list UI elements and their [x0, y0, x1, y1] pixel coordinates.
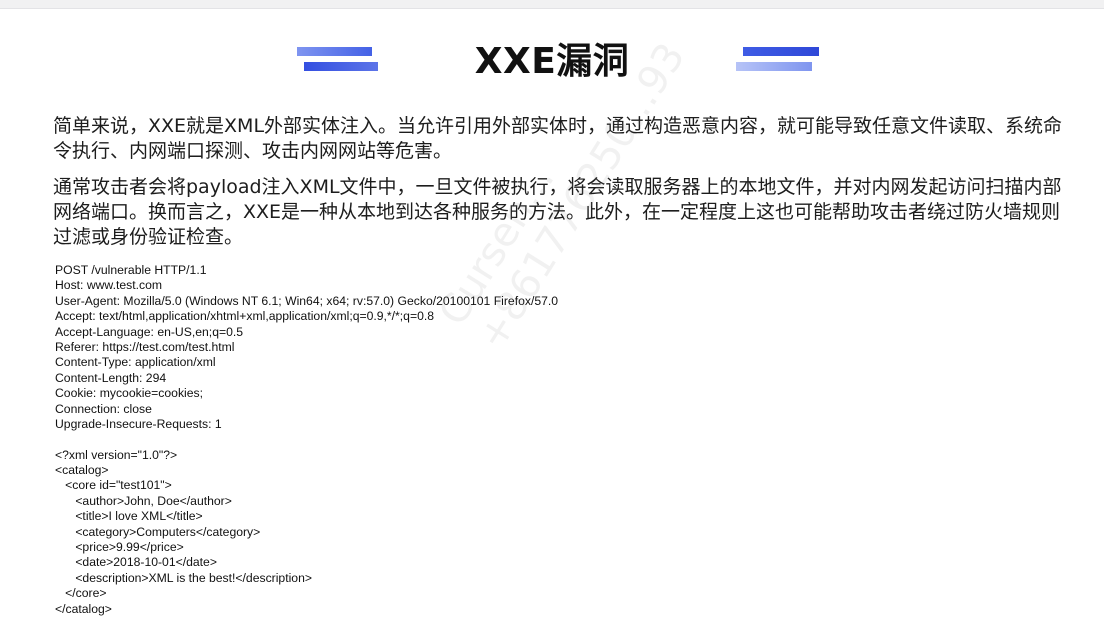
code-line: Connection: close — [55, 401, 152, 416]
intro-paragraph: 简单来说，XXE就是XML外部实体注入。当允许引用外部实体时，通过构造恶意内容，… — [53, 115, 1063, 162]
code-line: Content-Type: application/xml — [55, 355, 216, 370]
code-line: </core> — [55, 586, 107, 601]
code-line: <date>2018-10-01</date> — [55, 555, 217, 570]
code-line: Accept-Language: en-US,en;q=0.5 — [55, 324, 244, 339]
code-line: Referer: https://test.com/test.html — [55, 339, 235, 354]
attack-paragraph: 通常攻击者会将payload注入XML文件中，一旦文件被执行，将会读取服务器上的… — [53, 176, 1062, 248]
code-line: <core id="test101"> — [55, 478, 172, 493]
code-line: <category>Computers</category> — [55, 524, 261, 539]
http-request-code-block: POST /vulnerable HTTP/1.1 Host: www.test… — [55, 263, 558, 617]
code-line: <title>I love XML</title> — [55, 509, 203, 524]
slide-title: XXE漏洞 — [474, 41, 630, 82]
code-line: <catalog> — [55, 463, 109, 478]
code-line: User-Agent: Mozilla/5.0 (Windows NT 6.1;… — [55, 293, 559, 308]
code-line: <author>John, Doe</author> — [55, 493, 232, 508]
code-line: <price>9.99</price> — [55, 540, 184, 555]
code-line: <description>XML is the best!</descripti… — [55, 570, 312, 585]
code-line: Content-Length: 294 — [55, 370, 167, 385]
code-line: <?xml version="1.0"?> — [55, 447, 178, 462]
code-line: POST /vulnerable HTTP/1.1 — [55, 263, 207, 277]
code-line: </catalog> — [55, 601, 112, 616]
code-line: Accept: text/html,application/xhtml+xml,… — [55, 309, 435, 324]
code-line: Host: www.test.com — [55, 278, 163, 293]
code-line: Cookie: mycookie=cookies; — [55, 386, 204, 401]
code-line: Upgrade-Insecure-Requests: 1 — [55, 416, 222, 431]
slide: XXE漏洞 简单来说，XXE就是XML外部实体注入。当允许引用外部实体时，通过构… — [0, 8, 1104, 631]
